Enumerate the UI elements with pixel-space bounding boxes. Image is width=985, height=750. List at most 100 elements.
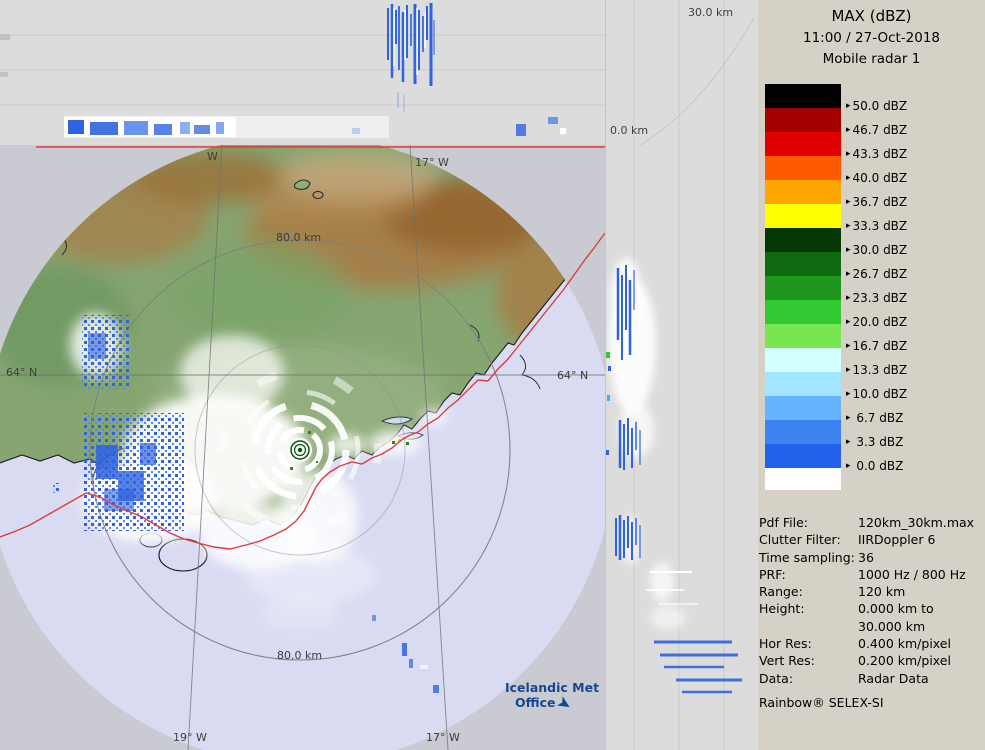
info-row-label: Data: (759, 670, 858, 687)
meridian-label-top-left: W (207, 150, 218, 163)
legend-tick-icon: ▸ (846, 245, 851, 255)
info-row-label: Height: (759, 600, 858, 617)
legend-swatch (765, 276, 841, 300)
legend-label: ▸ 0.0 dBZ (841, 458, 903, 473)
info-row: Height:0.000 km to (759, 600, 985, 617)
info-row-value: Radar Data (858, 670, 985, 687)
radar-application-window: W 17° W 80.0 km 64° N 64° N 80.0 km 19° … (0, 0, 985, 750)
info-row-label: Hor Res: (759, 635, 858, 652)
legend-swatch (765, 156, 841, 180)
legend-tick-icon: ▸ (846, 149, 851, 159)
info-row-label: PRF: (759, 566, 858, 583)
cross-section-top-panel[interactable] (0, 0, 605, 145)
legend-swatch (765, 348, 841, 372)
legend-swatch (765, 444, 841, 468)
info-row-value: 0.000 km to (858, 600, 985, 617)
datetime-label: 11:00 / 27-Oct-2018 (758, 30, 985, 46)
info-row-value: 30.000 km (858, 618, 985, 635)
info-row-value: 120 km (858, 583, 985, 600)
meridian-label-bottom-right: 17° W (426, 731, 460, 744)
legend-tick-icon: ▸ (846, 101, 851, 111)
info-row-label: Clutter Filter: (759, 531, 858, 548)
legend-swatch (765, 300, 841, 324)
height-axis-min-label: 0.0 km (610, 124, 648, 137)
legend-label: ▸ 3.3 dBZ (841, 434, 903, 449)
legend-tick-icon: ▸ (846, 341, 851, 351)
legend-label: ▸ 6.7 dBZ (841, 410, 903, 425)
info-row-value: 0.400 km/pixel (858, 635, 985, 652)
legend-tick-icon: ▸ (846, 365, 851, 375)
legend-tick-icon: ▸ (846, 317, 851, 327)
legend-label: ▸10.0 dBZ (841, 386, 907, 401)
legend-label: ▸23.3 dBZ (841, 290, 907, 305)
info-row: PRF:1000 Hz / 800 Hz (759, 566, 985, 583)
info-row: Hor Res:0.400 km/pixel (759, 635, 985, 652)
legend-label: ▸20.0 dBZ (841, 314, 907, 329)
legend-swatch (765, 204, 841, 228)
info-row: Clutter Filter:IIRDoppler 6 (759, 531, 985, 548)
legend-tick-icon: ▸ (846, 125, 851, 135)
legend-swatch (765, 228, 841, 252)
info-row-value: 120km_30km.max (858, 514, 985, 531)
legend-tick-icon: ▸ (846, 173, 851, 183)
latitude-label-left: 64° N (6, 366, 37, 379)
legend-label: ▸33.3 dBZ (841, 218, 907, 233)
info-row-value: 36 (858, 549, 985, 566)
info-row-value: 0.200 km/pixel (858, 652, 985, 669)
info-block: Pdf File:120km_30km.maxClutter Filter:II… (759, 514, 985, 711)
info-row: 30.000 km (759, 618, 985, 635)
software-name: Rainbow® SELEX-SI (759, 694, 985, 711)
legend-swatch (765, 324, 841, 348)
radar-name-label: Mobile radar 1 (758, 51, 985, 67)
info-row: Pdf File:120km_30km.max (759, 514, 985, 531)
met-office-logo: Icelandic Met Office (505, 680, 599, 710)
legend-tick-icon: ▸ (846, 413, 851, 423)
legend-swatch (765, 396, 841, 420)
legend-tick-icon: ▸ (846, 221, 851, 231)
legend-swatch (765, 84, 841, 108)
meridian-label-top-right: 17° W (415, 156, 449, 169)
legend-entries: ▸50.0 dBZ▸46.7 dBZ▸43.3 dBZ▸40.0 dBZ▸36.… (765, 84, 907, 492)
height-axis-max-label: 30.0 km (688, 6, 733, 19)
info-row-label: Vert Res: (759, 652, 858, 669)
product-title: MAX (dBZ) (758, 0, 985, 25)
legend-label: ▸26.7 dBZ (841, 266, 907, 281)
legend-label: ▸16.7 dBZ (841, 338, 907, 353)
cross-section-right-panel[interactable]: 30.0 km 0.0 km (605, 0, 758, 750)
info-row-label: Range: (759, 583, 858, 600)
legend-tick-icon: ▸ (846, 293, 851, 303)
legend-tick-icon: ▸ (846, 389, 851, 399)
legend-tick-icon: ▸ (846, 197, 851, 207)
legend-label: ▸50.0 dBZ (841, 98, 907, 113)
legend-label: ▸30.0 dBZ (841, 242, 907, 257)
legend-label: ▸46.7 dBZ (841, 122, 907, 137)
legend-tick-icon: ▸ (846, 437, 851, 447)
cross-section-right-canvas[interactable] (606, 0, 758, 750)
info-row: Vert Res:0.200 km/pixel (759, 652, 985, 669)
info-row-label: Pdf File: (759, 514, 858, 531)
legend-row: ▸50.0 dBZ (765, 84, 907, 108)
legend-swatch (765, 180, 841, 204)
info-row: Data:Radar Data (759, 670, 985, 687)
legend-tick-icon: ▸ (846, 461, 851, 471)
legend-label: ▸43.3 dBZ (841, 146, 907, 161)
info-row-label: Time sampling: (759, 549, 858, 566)
info-rows: Pdf File:120km_30km.maxClutter Filter:II… (759, 514, 985, 687)
legend-label: ▸36.7 dBZ (841, 194, 907, 209)
met-office-logo-line1: Icelandic Met (505, 680, 599, 695)
legend-swatch (765, 252, 841, 276)
info-row-value: IIRDoppler 6 (858, 531, 985, 548)
range-ring-label-upper: 80.0 km (276, 231, 321, 244)
info-row-label (759, 618, 858, 635)
legend-swatch (765, 108, 841, 132)
legend-swatch (765, 372, 841, 396)
legend-swatch (765, 132, 841, 156)
cross-section-top-canvas[interactable] (0, 0, 605, 145)
info-row-value: 1000 Hz / 800 Hz (858, 566, 985, 583)
legend-swatch (765, 420, 841, 444)
range-ring-label-lower: 80.0 km (277, 649, 322, 662)
radar-map-panel[interactable]: W 17° W 80.0 km 64° N 64° N 80.0 km 19° … (0, 145, 605, 750)
legend-overflow-band (765, 468, 841, 490)
legend-label: ▸13.3 dBZ (841, 362, 907, 377)
info-panel: MAX (dBZ) 11:00 / 27-Oct-2018 Mobile rad… (758, 0, 985, 750)
